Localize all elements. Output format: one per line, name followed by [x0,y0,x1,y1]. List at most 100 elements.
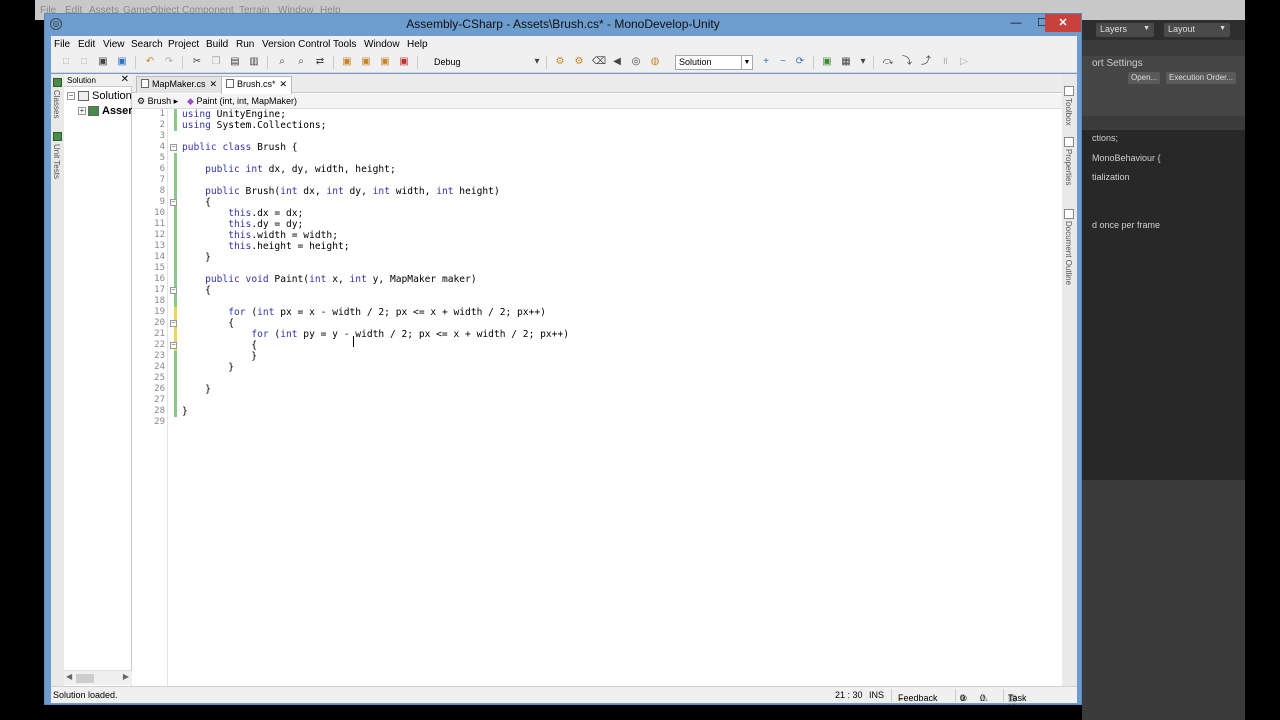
document-outline-icon[interactable] [1064,209,1074,219]
paste-icon[interactable]: ▤ [229,56,241,68]
line-number[interactable]: 4 [132,142,168,153]
line-number[interactable]: 27 [132,395,168,406]
tab-brush[interactable]: Brush.cs* ✕ [221,76,293,94]
line-number[interactable]: 19 [132,307,168,318]
classes-icon[interactable] [53,78,62,87]
menu-search[interactable]: Search [131,39,163,50]
close-icon[interactable]: ✕ [210,79,218,89]
document-outline-pad-label[interactable]: Document Outline [1064,221,1073,285]
copy-icon[interactable]: ❐ [210,56,222,68]
tree-item-solution[interactable]: − Solution [64,89,132,104]
format-dropdown-icon[interactable]: ▾ [857,56,869,68]
line-number[interactable]: 9 [132,197,168,208]
menu-run[interactable]: Run [236,39,254,50]
line-number[interactable]: 29 [132,417,168,428]
line-number[interactable]: 22 [132,340,168,351]
stop-icon[interactable]: ◍ [649,56,661,68]
scroll-left-icon[interactable]: ◀ [66,672,72,681]
fold-toggle-icon[interactable]: − [170,199,177,206]
line-number[interactable]: 14 [132,252,168,263]
open-file-icon[interactable]: □ [78,56,90,68]
menu-edit[interactable]: Edit [78,39,95,50]
line-number[interactable]: 12 [132,230,168,241]
run-icon[interactable]: ◀ [611,56,623,68]
delete-icon[interactable]: ▥ [248,56,260,68]
line-number[interactable]: 15 [132,263,168,274]
line-number[interactable]: 11 [132,219,168,230]
line-number[interactable]: 24 [132,362,168,373]
menu-help[interactable]: Help [407,39,428,50]
classes-pad-label[interactable]: Classes [52,90,61,118]
layers-dropdown[interactable]: Layers ▼ [1096,23,1154,37]
bookmark-next-icon[interactable]: ▣ [379,56,391,68]
layout-dropdown[interactable]: Layout ▼ [1164,23,1230,37]
line-number[interactable]: 6 [132,164,168,175]
toolbox-pad-label[interactable]: Toolbox [1064,98,1073,126]
replace-icon[interactable]: ⇄ [314,56,326,68]
line-number[interactable]: 5 [132,153,168,164]
expand-icon[interactable]: + [78,107,86,115]
continue-icon[interactable]: ▷ [958,56,970,68]
menu-build[interactable]: Build [206,39,228,50]
step-into-icon[interactable]: ⤵ [901,56,913,68]
close-icon[interactable]: ✕ [280,79,288,89]
line-number[interactable]: 23 [132,351,168,362]
find-files-icon[interactable]: ⌕ [295,56,307,68]
line-number[interactable]: 10 [132,208,168,219]
comment-icon[interactable]: ▣ [821,56,833,68]
line-number[interactable]: 21 [132,329,168,340]
pause-icon[interactable]: ॥ [939,56,951,68]
line-number[interactable]: 20 [132,318,168,329]
menu-tools[interactable]: Tools [333,39,356,50]
config-dropdown-icon[interactable]: ▾ [531,56,543,68]
minimize-button[interactable]: — [1003,14,1029,32]
properties-icon[interactable] [1064,137,1074,147]
open-button[interactable]: Open... [1128,72,1161,84]
format-icon[interactable]: ▦ [840,56,852,68]
close-icon[interactable]: ✕ [121,74,129,85]
close-button[interactable]: ✕ [1045,14,1081,32]
code-editor[interactable]: 1 using UnityEngine; 2 using System.Collect… [132,109,1062,686]
build-icon[interactable]: ⚙ [554,56,566,68]
fold-toggle-icon[interactable]: − [170,342,177,349]
horizontal-scrollbar[interactable]: ◀ ▶ [64,670,132,685]
clean-icon[interactable]: ⌫ [592,56,606,68]
title-bar[interactable]: ◎ Assembly-CSharp - Assets\Brush.cs* - M… [45,14,1081,36]
collapse-icon[interactable]: − [777,56,789,68]
menu-window[interactable]: Window [364,39,400,50]
step-over-icon[interactable]: ⤼ [882,56,894,68]
find-icon[interactable]: ⌕ [276,56,288,68]
bookmark-prev-icon[interactable]: ▣ [360,56,372,68]
save-all-icon[interactable]: ▣ [116,56,128,68]
line-number[interactable]: 7 [132,175,168,186]
line-number[interactable]: 2 [132,120,168,131]
line-number[interactable]: 18 [132,296,168,307]
line-number[interactable]: 25 [132,373,168,384]
cut-icon[interactable]: ✂ [191,56,203,68]
tree-item-project[interactable]: + Assembly-CSharp [64,104,132,119]
sync-icon[interactable]: ⟳ [794,56,806,68]
line-number[interactable]: 26 [132,384,168,395]
menu-view[interactable]: View [103,39,125,50]
line-number[interactable]: 1 [132,109,168,120]
new-file-icon[interactable]: □ [60,56,72,68]
scroll-right-icon[interactable]: ▶ [123,672,129,681]
expand-icon[interactable]: + [760,56,772,68]
scrollbar-thumb[interactable] [76,674,94,683]
line-number[interactable]: 8 [132,186,168,197]
line-number[interactable]: 28 [132,406,168,417]
debug-icon[interactable]: ◎ [630,56,642,68]
redo-icon[interactable]: ↷ [163,56,175,68]
menu-version-control[interactable]: Version Control [262,39,330,50]
unit-tests-icon[interactable] [53,132,62,141]
line-number[interactable]: 16 [132,274,168,285]
unit-tests-pad-label[interactable]: Unit Tests [52,144,61,179]
properties-pad-label[interactable]: Properties [1064,149,1073,185]
step-out-icon[interactable]: ⤴ [920,56,932,68]
rebuild-icon[interactable]: ⚙ [573,56,585,68]
save-icon[interactable]: ▣ [97,56,109,68]
configuration-label[interactable]: Debug [434,57,461,67]
tab-mapmaker[interactable]: MapMaker.cs ✕ [136,76,223,93]
collapse-icon[interactable]: − [67,92,75,100]
bookmark-icon[interactable]: ▣ [341,56,353,68]
